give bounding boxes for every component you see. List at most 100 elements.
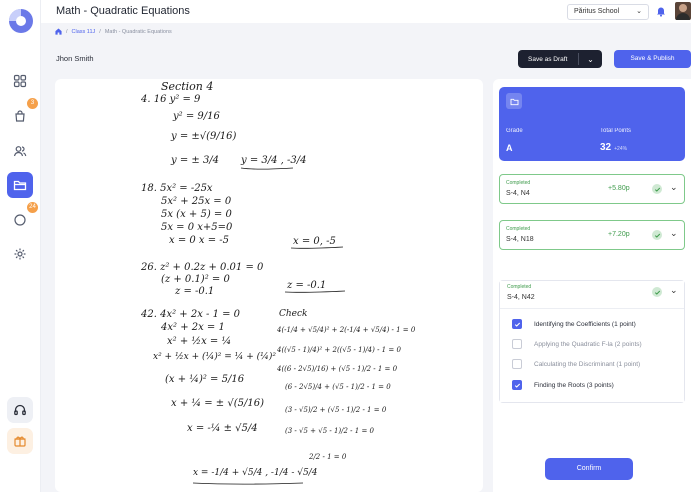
- chevron-down-icon: ⌄: [636, 8, 642, 15]
- chat-icon: [14, 214, 26, 226]
- checkbox-unchecked[interactable]: [512, 339, 522, 349]
- chevron-down-icon[interactable]: ⌄: [670, 182, 678, 193]
- user-avatar[interactable]: [675, 2, 691, 20]
- hw-line: y = 3/4 , -3/4: [240, 155, 307, 166]
- hw-line: y = ±√(9/16): [170, 131, 236, 142]
- hw-line: x² + ½x + (¼)² = ¼ + (¼)²: [153, 351, 276, 362]
- confirm-button[interactable]: Confirm: [545, 458, 633, 480]
- question-card[interactable]: Completed S-4, N4 +5.80p ⌄: [499, 174, 685, 204]
- total-points-number: 32: [600, 142, 612, 153]
- student-name: Jhon Smith: [56, 54, 94, 63]
- question-name: S-4, N18: [506, 236, 534, 243]
- messages-badge: 24: [27, 202, 38, 213]
- bag-icon: [15, 110, 25, 122]
- criterion-label: Applying the Quadratic F-la (2 points): [534, 340, 642, 348]
- nav-grading-active[interactable]: [7, 172, 33, 198]
- question-card-header[interactable]: Completed S-4, N42 ⌄: [500, 281, 684, 308]
- total-points-value: 32 +24%: [600, 142, 627, 153]
- hw-line: x = 0 x = -5: [169, 235, 229, 246]
- criterion-item[interactable]: Calculating the Discriminant (1 point): [512, 358, 640, 370]
- hw-line: (x + ¼)² = 5/16: [165, 374, 245, 385]
- chevron-up-icon[interactable]: ⌄: [670, 285, 678, 296]
- folder-icon: [13, 180, 27, 191]
- question-name: S-4, N4: [506, 190, 530, 197]
- hw-line: 2/2 - 1 = 0: [308, 453, 347, 461]
- breadcrumb-separator: /: [66, 28, 68, 35]
- hw-line: 4. 16 y² = 9: [140, 94, 201, 105]
- hw-line: x = -¼ ± √5/4: [187, 423, 258, 434]
- criterion-label: Identifying the Coefficients (1 point): [534, 320, 636, 328]
- users-icon[interactable]: [7, 138, 33, 164]
- hw-line: 4(-1/4 + √5/4)² + 2(-1/4 + √5/4) - 1 = 0: [276, 326, 416, 334]
- question-status: Completed: [507, 284, 532, 290]
- criterion-item[interactable]: Identifying the Coefficients (1 point): [512, 318, 636, 330]
- question-points: +7.20p: [608, 231, 630, 238]
- checkbox-checked[interactable]: [512, 319, 522, 329]
- grading-panel: Grade A Total Points 32 +24% Completed S-…: [493, 79, 691, 492]
- hw-line: x = 0, -5: [293, 236, 336, 247]
- answer-sheet: Section 4 4. 16 y² = 9 y² = 9/16 y = ±√(…: [55, 79, 483, 492]
- question-name: S-4, N42: [507, 294, 535, 301]
- hw-line: (6 - 2√5)/4 + (√5 - 1)/2 - 1 = 0: [285, 383, 391, 391]
- hw-line: 5x² + 25x = 0: [161, 196, 232, 207]
- grade-value: A: [506, 143, 513, 153]
- breadcrumb-class[interactable]: Class 11J: [72, 29, 96, 35]
- checkbox-unchecked[interactable]: [512, 359, 522, 369]
- assignments-badge: 3: [27, 98, 38, 109]
- hw-line: 5x (x + 5) = 0: [161, 209, 232, 220]
- save-publish-button[interactable]: Save & Publish: [614, 50, 691, 68]
- hw-line: y² = 9/16: [172, 111, 220, 122]
- hw-line: 4((√5 - 1)/4)² + 2((√5 - 1)/4) - 1 = 0: [276, 346, 401, 354]
- check-circle-icon: [652, 230, 662, 240]
- hw-line: Section 4: [161, 80, 213, 93]
- hw-line: 5x = 0 x+5=0: [161, 222, 233, 233]
- check-circle-icon: [652, 184, 662, 194]
- chevron-down-icon[interactable]: ⌄: [670, 228, 678, 239]
- hw-line: 42. 4x² + 2x - 1 = 0: [140, 309, 241, 320]
- top-bar: Math - Quadratic Equations Păritus Schoo…: [41, 0, 691, 23]
- bell-icon[interactable]: [655, 5, 667, 17]
- question-card[interactable]: Completed S-4, N18 +7.20p ⌄: [499, 220, 685, 250]
- total-points-label: Total Points: [600, 128, 632, 134]
- checkbox-checked[interactable]: [512, 380, 522, 390]
- hw-line: x = -1/4 + √5/4 , -1/4 - √5/4: [193, 467, 318, 478]
- hw-line: y = ± 3/4: [170, 155, 219, 166]
- hw-line: (3 - √5 + √5 - 1)/2 - 1 = 0: [285, 427, 375, 435]
- nav-messages[interactable]: 24: [7, 202, 38, 233]
- criterion-item[interactable]: Finding the Roots (3 points): [512, 379, 614, 391]
- dashboard-icon[interactable]: [7, 68, 33, 94]
- nav-assignments[interactable]: 3: [7, 98, 38, 129]
- grade-label: Grade: [506, 128, 523, 134]
- school-select[interactable]: Păritus School ⌄: [567, 4, 649, 20]
- hw-line: 4((6 - 2√5)/16) + (√5 - 1)/2 - 1 = 0: [276, 365, 398, 373]
- save-draft-button[interactable]: Save as Draft ⌄: [518, 50, 602, 68]
- headset-icon[interactable]: [7, 397, 33, 423]
- hw-line: x + ¼ = ± √(5/16): [171, 398, 264, 409]
- points-delta: +24%: [614, 146, 628, 152]
- folder-icon: [506, 93, 522, 109]
- chevron-down-icon[interactable]: ⌄: [579, 55, 602, 64]
- app-logo[interactable]: [9, 9, 33, 33]
- hw-line: 18. 5x² = -25x: [141, 183, 213, 194]
- score-card: Grade A Total Points 32 +24%: [499, 87, 685, 161]
- check-circle-icon: [652, 287, 662, 297]
- question-card-expanded: Completed S-4, N42 ⌄ Identifying the Coe…: [499, 280, 685, 403]
- settings-icon[interactable]: [7, 241, 33, 267]
- question-status: Completed: [506, 226, 531, 232]
- save-draft-label: Save as Draft: [528, 55, 568, 63]
- page-title: Math - Quadratic Equations: [56, 5, 190, 17]
- underline-mark: [284, 290, 346, 293]
- breadcrumb-separator: /: [99, 28, 101, 35]
- hw-line: z = -0.1: [286, 280, 326, 291]
- hw-line: Check: [279, 309, 308, 319]
- underline-mark: [290, 246, 344, 249]
- hw-line: (3 - √5)/2 + (√5 - 1)/2 - 1 = 0: [285, 406, 387, 414]
- criterion-label: Calculating the Discriminant (1 point): [534, 360, 641, 368]
- criterion-item[interactable]: Applying the Quadratic F-la (2 points): [512, 338, 642, 350]
- breadcrumb-current: Math - Quadratic Equations: [104, 28, 172, 35]
- breadcrumb: / Class 11J / Math - Quadratic Equations: [55, 28, 172, 35]
- hw-line: (z + 0.1)² = 0: [161, 274, 230, 285]
- home-icon[interactable]: [55, 28, 62, 35]
- gift-icon[interactable]: [7, 428, 33, 454]
- hw-line: 4x² + 2x = 1: [160, 322, 225, 333]
